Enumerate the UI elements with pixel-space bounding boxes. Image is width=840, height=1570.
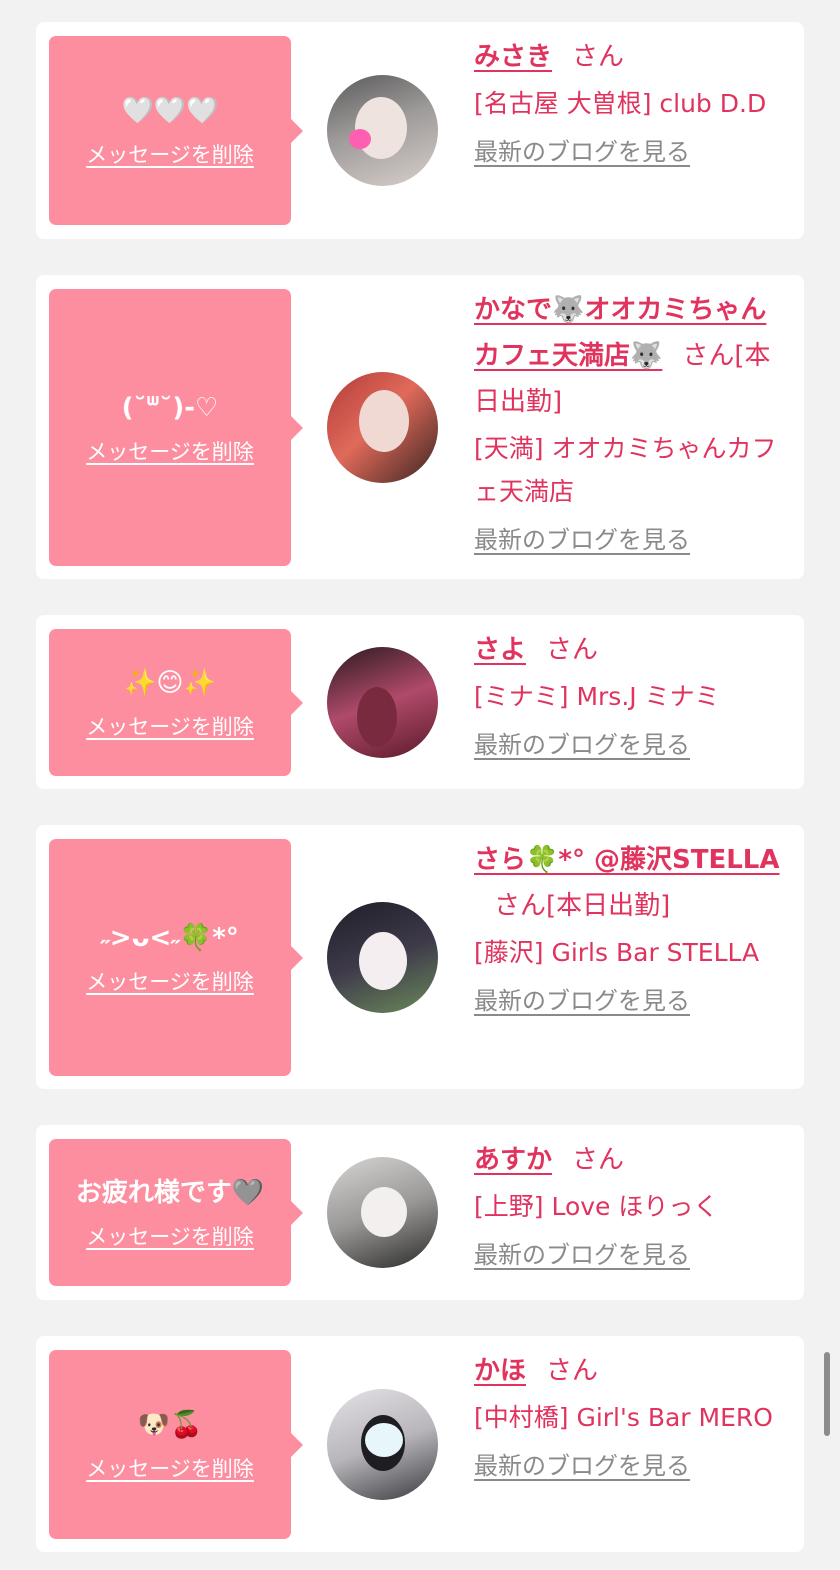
honorific: さん <box>572 42 625 72</box>
honorific: さん <box>546 1356 599 1386</box>
view-blog-link[interactable]: 最新のブログを見る <box>474 135 690 169</box>
message-bubble: ˶>ᴗ<˶🍀*° メッセージを削除 <box>49 839 303 1076</box>
list-item: お疲れ様です🩶 メッセージを削除 あすか さん [上野] Love ほりっく 最新… <box>36 1125 804 1300</box>
view-blog-link[interactable]: 最新のブログを見る <box>474 1238 690 1272</box>
profile-info: みさき さん [名古屋 大曽根] club D.D 最新のブログを見る <box>474 34 790 169</box>
shop-name: [天満] オオカミちゃんカフェ天満店 <box>474 434 777 506</box>
view-blog-link[interactable]: 最新のブログを見る <box>474 523 690 557</box>
heart-sticker <box>349 129 371 149</box>
shop-name: [藤沢] Girls Bar STELLA <box>474 938 760 967</box>
avatar-face <box>359 390 409 452</box>
message-text: お疲れ様です🩶 <box>75 1177 265 1208</box>
message-bubble: ✨😊✨ メッセージを削除 <box>49 629 303 776</box>
honorific: さん <box>682 341 735 371</box>
avatar[interactable] <box>327 647 438 758</box>
scrollbar[interactable] <box>824 1352 830 1436</box>
cast-name-link[interactable]: さよ <box>474 635 526 665</box>
avatar-face <box>355 97 407 159</box>
avatar[interactable] <box>327 902 438 1013</box>
heart-sticker <box>365 1423 403 1457</box>
delete-message-link[interactable]: メッセージを削除 <box>86 142 254 168</box>
message-bubble: お疲れ様です🩶 メッセージを削除 <box>49 1139 303 1286</box>
profile-info: かなで🐺オオカミちゃんカフェ天満店🐺 さん[本日出勤] [天満] オオカミちゃんカ… <box>474 287 790 557</box>
delete-message-link[interactable]: メッセージを削除 <box>86 1224 254 1250</box>
working-today-badge: [本日出勤] <box>546 891 671 921</box>
profile-info: あすか さん [上野] Love ほりっく 最新のブログを見る <box>474 1137 790 1272</box>
honorific: さん <box>546 635 599 665</box>
profile-info: さら🍀*° @藤沢STELLA さん[本日出勤] [藤沢] Girls Bar S… <box>474 837 790 1018</box>
message-text: ˶>ᴗ<˶🍀*° <box>101 922 239 953</box>
delete-message-link[interactable]: メッセージを削除 <box>86 969 254 995</box>
shop-name: [ミナミ] Mrs.J ミナミ <box>474 682 720 711</box>
shop-name: [名古屋 大曽根] club D.D <box>474 89 767 118</box>
avatar-face <box>357 687 397 747</box>
message-bubble: 🐶🍒 メッセージを削除 <box>49 1350 303 1539</box>
message-text: 🐶🍒 <box>137 1409 203 1440</box>
list-item: 🤍🤍🤍 メッセージを削除 みさき さん [名古屋 大曽根] club D.D 最新… <box>36 22 804 239</box>
cast-name-link[interactable]: さら🍀*° @藤沢STELLA <box>474 845 780 875</box>
avatar[interactable] <box>327 1389 438 1500</box>
profile-info: さよ さん [ミナミ] Mrs.J ミナミ 最新のブログを見る <box>474 627 790 762</box>
cast-name-link[interactable]: あすか <box>474 1145 552 1175</box>
avatar-face <box>361 1187 407 1237</box>
delete-message-link[interactable]: メッセージを削除 <box>86 439 254 465</box>
view-blog-link[interactable]: 最新のブログを見る <box>474 984 690 1018</box>
view-blog-link[interactable]: 最新のブログを見る <box>474 1449 690 1483</box>
view-blog-link[interactable]: 最新のブログを見る <box>474 728 690 762</box>
message-text: (˘ᐜ˘)-♡ <box>121 392 219 423</box>
honorific: さん <box>494 891 547 921</box>
message-bubble: 🤍🤍🤍 メッセージを削除 <box>49 36 303 225</box>
list-item: ✨😊✨ メッセージを削除 さよ さん [ミナミ] Mrs.J ミナミ 最新のブログ… <box>36 615 804 789</box>
profile-info: かほ さん [中村橋] Girl's Bar MERO 最新のブログを見る <box>474 1348 790 1483</box>
shop-name: [中村橋] Girl's Bar MERO <box>474 1403 773 1432</box>
list-item: 🐶🍒 メッセージを削除 かほ さん [中村橋] Girl's Bar MERO 最… <box>36 1336 804 1552</box>
shop-name: [上野] Love ほりっく <box>474 1192 719 1221</box>
message-text: ✨😊✨ <box>124 667 216 698</box>
cast-name-link[interactable]: みさき <box>474 42 552 72</box>
cast-name-link[interactable]: かほ <box>474 1356 526 1386</box>
delete-message-link[interactable]: メッセージを削除 <box>86 714 254 740</box>
message-text: 🤍🤍🤍 <box>121 95 219 126</box>
list-item: ˶>ᴗ<˶🍀*° メッセージを削除 さら🍀*° @藤沢STELLA さん[本日出勤… <box>36 825 804 1089</box>
avatar[interactable] <box>327 75 438 186</box>
list-item: (˘ᐜ˘)-♡ メッセージを削除 かなで🐺オオカミちゃんカフェ天満店🐺 さん[本日… <box>36 275 804 579</box>
avatar-face <box>359 932 407 990</box>
delete-message-link[interactable]: メッセージを削除 <box>86 1456 254 1482</box>
avatar[interactable] <box>327 1157 438 1268</box>
avatar[interactable] <box>327 372 438 483</box>
message-bubble: (˘ᐜ˘)-♡ メッセージを削除 <box>49 289 303 566</box>
honorific: さん <box>572 1145 625 1175</box>
